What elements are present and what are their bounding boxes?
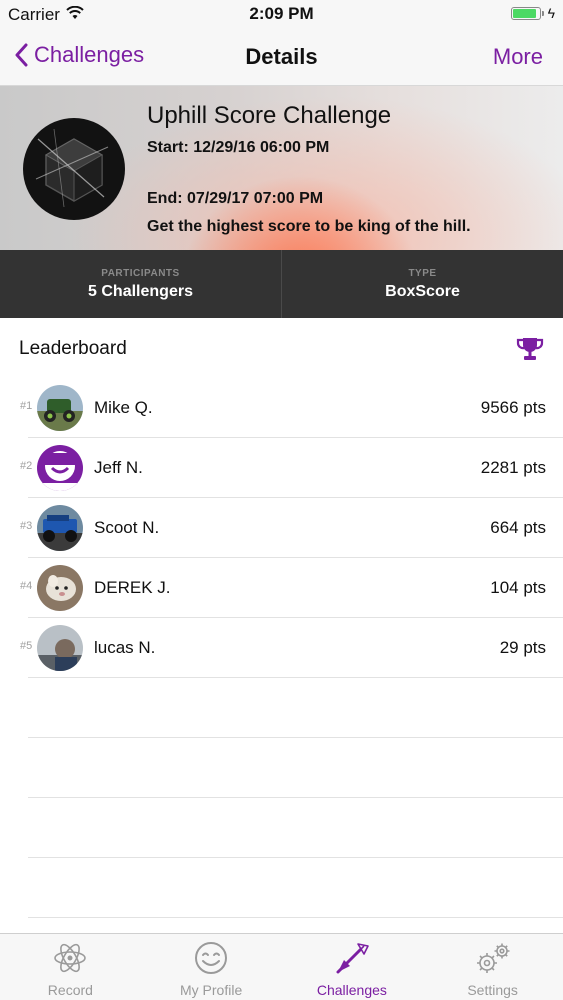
leaderboard-title: Leaderboard bbox=[19, 338, 127, 359]
tab-my-profile[interactable]: My Profile bbox=[141, 934, 282, 1000]
player-name: DEREK J. bbox=[94, 578, 171, 597]
battery-level bbox=[513, 9, 537, 18]
type-value: BoxScore bbox=[385, 283, 460, 300]
leaderboard-header: Leaderboard bbox=[0, 318, 563, 376]
participants-label: PARTICIPANTS bbox=[101, 268, 180, 279]
challenge-title: Uphill Score Challenge bbox=[147, 102, 392, 129]
player-points: 2281 pts bbox=[480, 458, 546, 477]
challenge-description: Get the highest score to be king of the … bbox=[147, 218, 471, 235]
charging-icon: ϟ bbox=[547, 5, 555, 21]
avatar[interactable] bbox=[37, 625, 83, 671]
type-stat: TYPE BoxScore bbox=[281, 250, 563, 318]
participants-stat: PARTICIPANTS 5 Challengers bbox=[0, 250, 281, 318]
rank-label: #4 bbox=[20, 580, 33, 592]
empty-row bbox=[0, 678, 563, 738]
type-label: TYPE bbox=[408, 268, 437, 279]
player-points: 9566 pts bbox=[480, 398, 546, 417]
battery-icon bbox=[511, 7, 544, 20]
player-name: Scoot N. bbox=[94, 518, 160, 537]
navigation-bar: Challenges Details More bbox=[0, 30, 563, 86]
status-time: 2:09 PM bbox=[249, 4, 314, 23]
gears-icon bbox=[473, 940, 513, 981]
tab-settings[interactable]: Settings bbox=[422, 934, 563, 1000]
player-name: Jeff N. bbox=[94, 458, 143, 477]
rank-label: #1 bbox=[20, 400, 33, 412]
challenge-end: End: 07/29/17 07:00 PM bbox=[147, 190, 324, 207]
player-name: Mike Q. bbox=[94, 398, 153, 417]
tab-record[interactable]: Record bbox=[0, 934, 141, 1000]
flag-icon bbox=[334, 940, 370, 981]
trophy-icon[interactable] bbox=[516, 336, 544, 367]
empty-row bbox=[0, 798, 563, 858]
tab-label: My Profile bbox=[180, 982, 243, 998]
player-points: 29 pts bbox=[499, 638, 546, 657]
page-title: Details bbox=[245, 44, 318, 69]
tab-label: Challenges bbox=[316, 982, 387, 998]
rank-label: #5 bbox=[20, 640, 33, 652]
challenge-stats: PARTICIPANTS 5 Challengers TYPE BoxScore bbox=[0, 250, 563, 318]
challenge-header: Uphill Score Challenge Start: 12/29/16 0… bbox=[0, 86, 563, 250]
challenge-logo bbox=[23, 118, 125, 220]
player-points: 104 pts bbox=[490, 578, 546, 597]
avatar[interactable] bbox=[37, 505, 83, 551]
tab-bar: Record My Profile Challenges Settings bbox=[0, 933, 563, 1000]
tab-label: Record bbox=[47, 982, 93, 998]
status-bar: Carrier 2:09 PM ϟ bbox=[0, 0, 563, 30]
leaderboard-row[interactable]: #3 Scoot N. 664 pts bbox=[0, 498, 563, 558]
player-points: 664 pts bbox=[490, 518, 546, 537]
more-button[interactable]: More bbox=[493, 44, 543, 70]
smiley-icon bbox=[193, 940, 229, 981]
rank-label: #2 bbox=[20, 460, 33, 472]
avatar[interactable] bbox=[37, 445, 83, 491]
rank-label: #3 bbox=[20, 520, 33, 532]
avatar[interactable] bbox=[37, 565, 83, 611]
leaderboard-row[interactable]: #4 DEREK J. 104 pts bbox=[0, 558, 563, 618]
leaderboard-row[interactable]: #5 lucas N. 29 pts bbox=[0, 618, 563, 678]
atom-icon bbox=[52, 940, 88, 981]
leaderboard-list: #1 Mike Q. 9566 pts #2 Jeff N. 2281 pts … bbox=[0, 378, 563, 918]
tab-label: Settings bbox=[467, 982, 518, 998]
leaderboard-row[interactable]: #1 Mike Q. 9566 pts bbox=[0, 378, 563, 438]
avatar[interactable] bbox=[37, 385, 83, 431]
participants-value: 5 Challengers bbox=[88, 283, 193, 300]
challenge-start: Start: 12/29/16 06:00 PM bbox=[147, 139, 330, 156]
empty-row bbox=[0, 858, 563, 918]
leaderboard-row[interactable]: #2 Jeff N. 2281 pts bbox=[0, 438, 563, 498]
empty-row bbox=[0, 738, 563, 798]
player-name: lucas N. bbox=[94, 638, 156, 657]
tab-challenges[interactable]: Challenges bbox=[282, 934, 423, 1000]
